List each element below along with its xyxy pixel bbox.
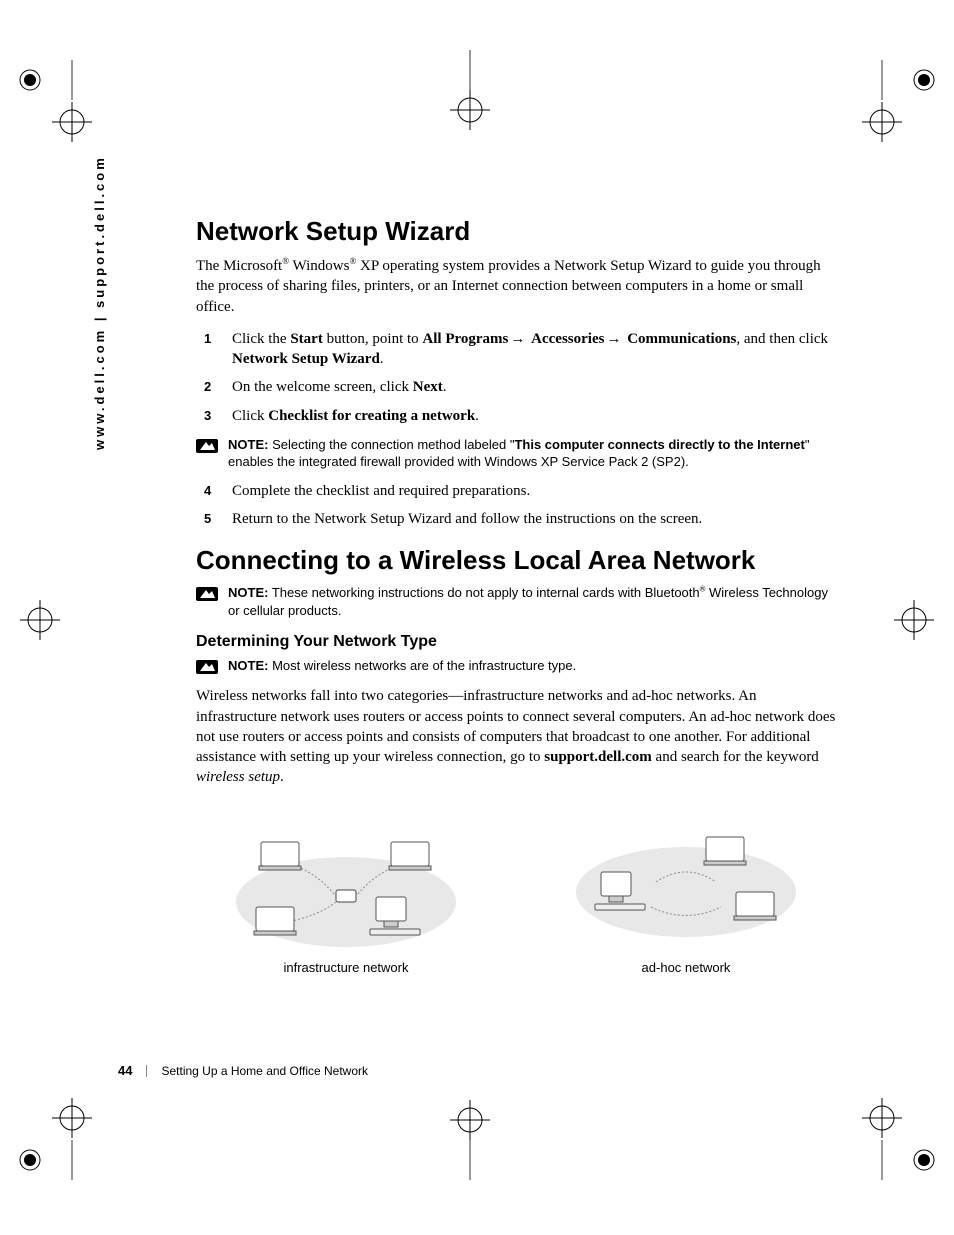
step-5: 5 Return to the Network Setup Wizard and…	[196, 509, 836, 529]
side-url-label: www.dell.com | support.dell.com	[92, 155, 107, 450]
note-block: NOTE: These networking instructions do n…	[196, 584, 836, 619]
step-3: 3 Click Checklist for creating a network…	[196, 406, 836, 426]
crop-mark-icon	[10, 60, 100, 150]
footer-section-title: Setting Up a Home and Office Network	[161, 1064, 368, 1078]
figure-caption: ad-hoc network	[536, 960, 836, 975]
crop-mark-icon	[854, 1090, 944, 1180]
subheading-network-type: Determining Your Network Type	[196, 633, 836, 651]
crop-mark-icon	[10, 600, 70, 640]
page-content: Network Setup Wizard The Microsoft® Wind…	[196, 216, 836, 975]
step-number: 1	[204, 330, 211, 348]
note-icon	[196, 437, 218, 455]
note-text: NOTE: Selecting the connection method la…	[228, 436, 836, 471]
heading-connecting-wlan: Connecting to a Wireless Local Area Netw…	[196, 545, 836, 576]
steps-list: 1 Click the Start button, point to All P…	[196, 329, 836, 426]
note-text: NOTE: Most wireless networks are of the …	[228, 657, 576, 675]
intro-paragraph: The Microsoft® Windows® XP operating sys…	[196, 255, 836, 317]
crop-mark-icon	[10, 1090, 100, 1180]
heading-network-setup-wizard: Network Setup Wizard	[196, 216, 836, 247]
figure-adhoc: ad-hoc network	[536, 812, 836, 975]
step-number: 3	[204, 407, 211, 425]
infrastructure-network-illustration	[216, 812, 476, 952]
note-icon	[196, 585, 218, 603]
step-4: 4 Complete the checklist and required pr…	[196, 481, 836, 501]
footer-separator	[146, 1065, 147, 1077]
page-number: 44	[118, 1063, 132, 1078]
crop-mark-icon	[884, 600, 944, 640]
figure-caption: infrastructure network	[196, 960, 496, 975]
step-number: 5	[204, 510, 211, 528]
note-block: NOTE: Most wireless networks are of the …	[196, 657, 836, 676]
crop-mark-icon	[440, 50, 500, 130]
step-2: 2 On the welcome screen, click Next.	[196, 377, 836, 397]
page-footer: 44 Setting Up a Home and Office Network	[118, 1063, 368, 1078]
figures-row: infrastructure network ad-hoc network	[196, 812, 836, 975]
note-block: NOTE: Selecting the connection method la…	[196, 436, 836, 471]
step-1: 1 Click the Start button, point to All P…	[196, 329, 836, 370]
step-number: 4	[204, 482, 211, 500]
step-number: 2	[204, 378, 211, 396]
crop-mark-icon	[440, 1100, 500, 1180]
crop-mark-icon	[854, 60, 944, 150]
body-paragraph: Wireless networks fall into two categori…	[196, 686, 836, 787]
note-icon	[196, 658, 218, 676]
note-text: NOTE: These networking instructions do n…	[228, 584, 836, 619]
steps-list-cont: 4 Complete the checklist and required pr…	[196, 481, 836, 530]
adhoc-network-illustration	[556, 812, 816, 952]
figure-infrastructure: infrastructure network	[196, 812, 496, 975]
